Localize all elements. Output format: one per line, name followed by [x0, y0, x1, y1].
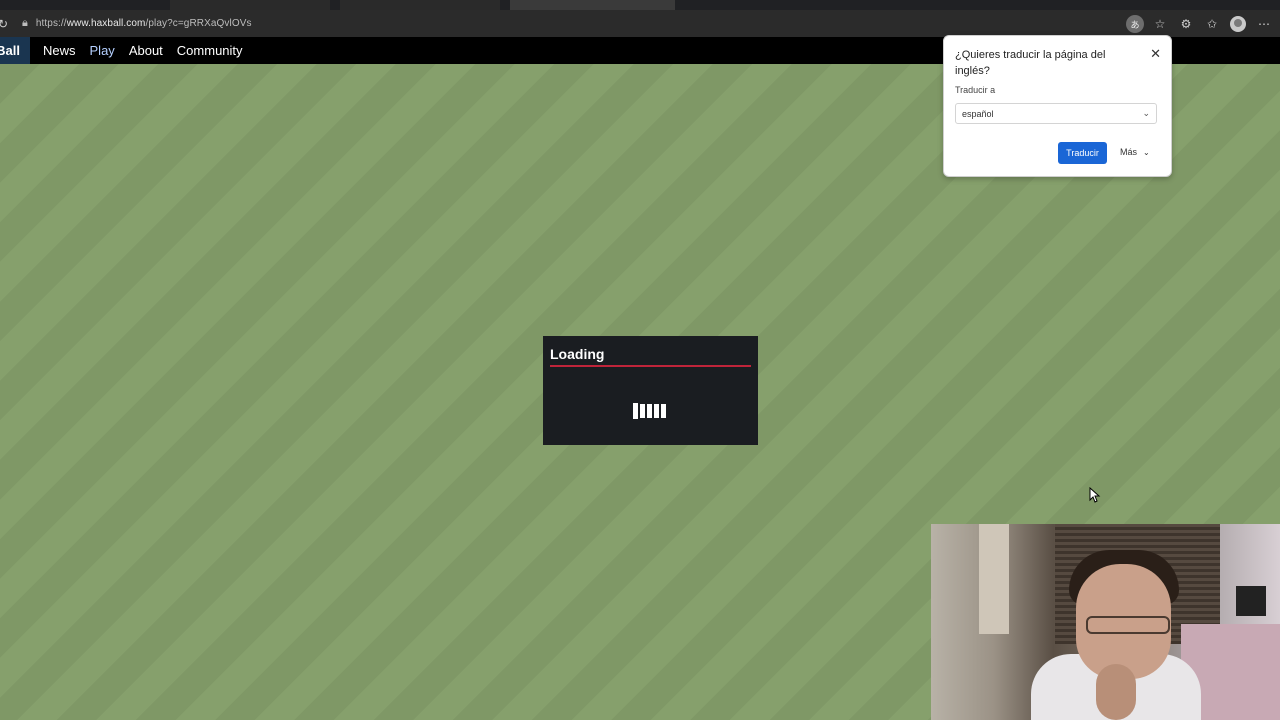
- language-select[interactable]: español ⌄: [955, 103, 1157, 124]
- close-icon[interactable]: ✕: [1150, 46, 1161, 62]
- translate-icon[interactable]: あ: [1126, 15, 1144, 33]
- more-options-label: Más: [1120, 147, 1138, 157]
- translate-target-label: Traducir a: [955, 85, 996, 95]
- webcam-person-hand: [1096, 664, 1136, 720]
- address-bar: ↻ 🔒︎ https://www.haxball.com/play?c=gRRX…: [0, 10, 1280, 37]
- loading-title: Loading: [550, 346, 605, 362]
- translate-popup: ¿Quieres traducir la página del inglés? …: [943, 35, 1172, 177]
- chevron-down-icon: ⌄: [1142, 108, 1150, 118]
- loading-underline: [550, 365, 751, 367]
- loading-dialog: Loading: [543, 336, 758, 445]
- extensions-icon[interactable]: ⚙: [1176, 14, 1196, 34]
- url-prefix: https://: [35, 18, 67, 29]
- nav-community[interactable]: Community: [177, 43, 243, 58]
- more-options-button[interactable]: Más ⌄: [1120, 147, 1150, 157]
- chevron-down-icon: ⌄: [1143, 148, 1150, 157]
- address-bar-actions: あ ☆ ⚙ ✩ ⋯: [1126, 14, 1274, 34]
- url-host: www.haxball.com: [66, 18, 146, 29]
- brand-logo[interactable]: Ball: [0, 37, 30, 64]
- webcam-person-glasses: [1086, 616, 1170, 634]
- profile-icon[interactable]: [1228, 14, 1248, 34]
- webcam-curtain: [979, 524, 1009, 634]
- webcam-lamp: [1236, 586, 1266, 616]
- reload-icon[interactable]: ↻: [0, 17, 10, 31]
- loading-spinner: [633, 403, 666, 419]
- language-select-value: español: [962, 108, 994, 119]
- url-path: /play?c=gRRXaQvlOVs: [145, 18, 252, 29]
- mouse-cursor-icon: [1089, 487, 1101, 503]
- favorites-icon[interactable]: ✩: [1202, 14, 1222, 34]
- browser-tab[interactable]: [170, 0, 330, 10]
- webcam-overlay: [931, 524, 1280, 720]
- avatar: [1230, 16, 1246, 32]
- more-icon[interactable]: ⋯: [1254, 14, 1274, 34]
- loader-bar: [640, 404, 645, 418]
- star-icon[interactable]: ☆: [1150, 14, 1170, 34]
- browser-tab[interactable]: [340, 0, 500, 10]
- nav-play[interactable]: Play: [90, 43, 115, 58]
- translate-question: ¿Quieres traducir la página del inglés?: [955, 49, 1106, 77]
- loader-bar: [654, 404, 659, 418]
- url-field[interactable]: https://www.haxball.com/play?c=gRRXaQvlO…: [36, 18, 252, 29]
- loader-bar: [661, 404, 666, 418]
- lock-icon[interactable]: 🔒︎: [22, 17, 28, 30]
- nav-about[interactable]: About: [129, 43, 163, 58]
- translate-button[interactable]: Traducir: [1058, 142, 1107, 164]
- browser-tabstrip: [0, 0, 1280, 10]
- nav-news[interactable]: News: [43, 43, 76, 58]
- loader-bar: [647, 404, 652, 418]
- browser-tab-active[interactable]: [510, 0, 675, 10]
- loader-bar: [633, 403, 638, 419]
